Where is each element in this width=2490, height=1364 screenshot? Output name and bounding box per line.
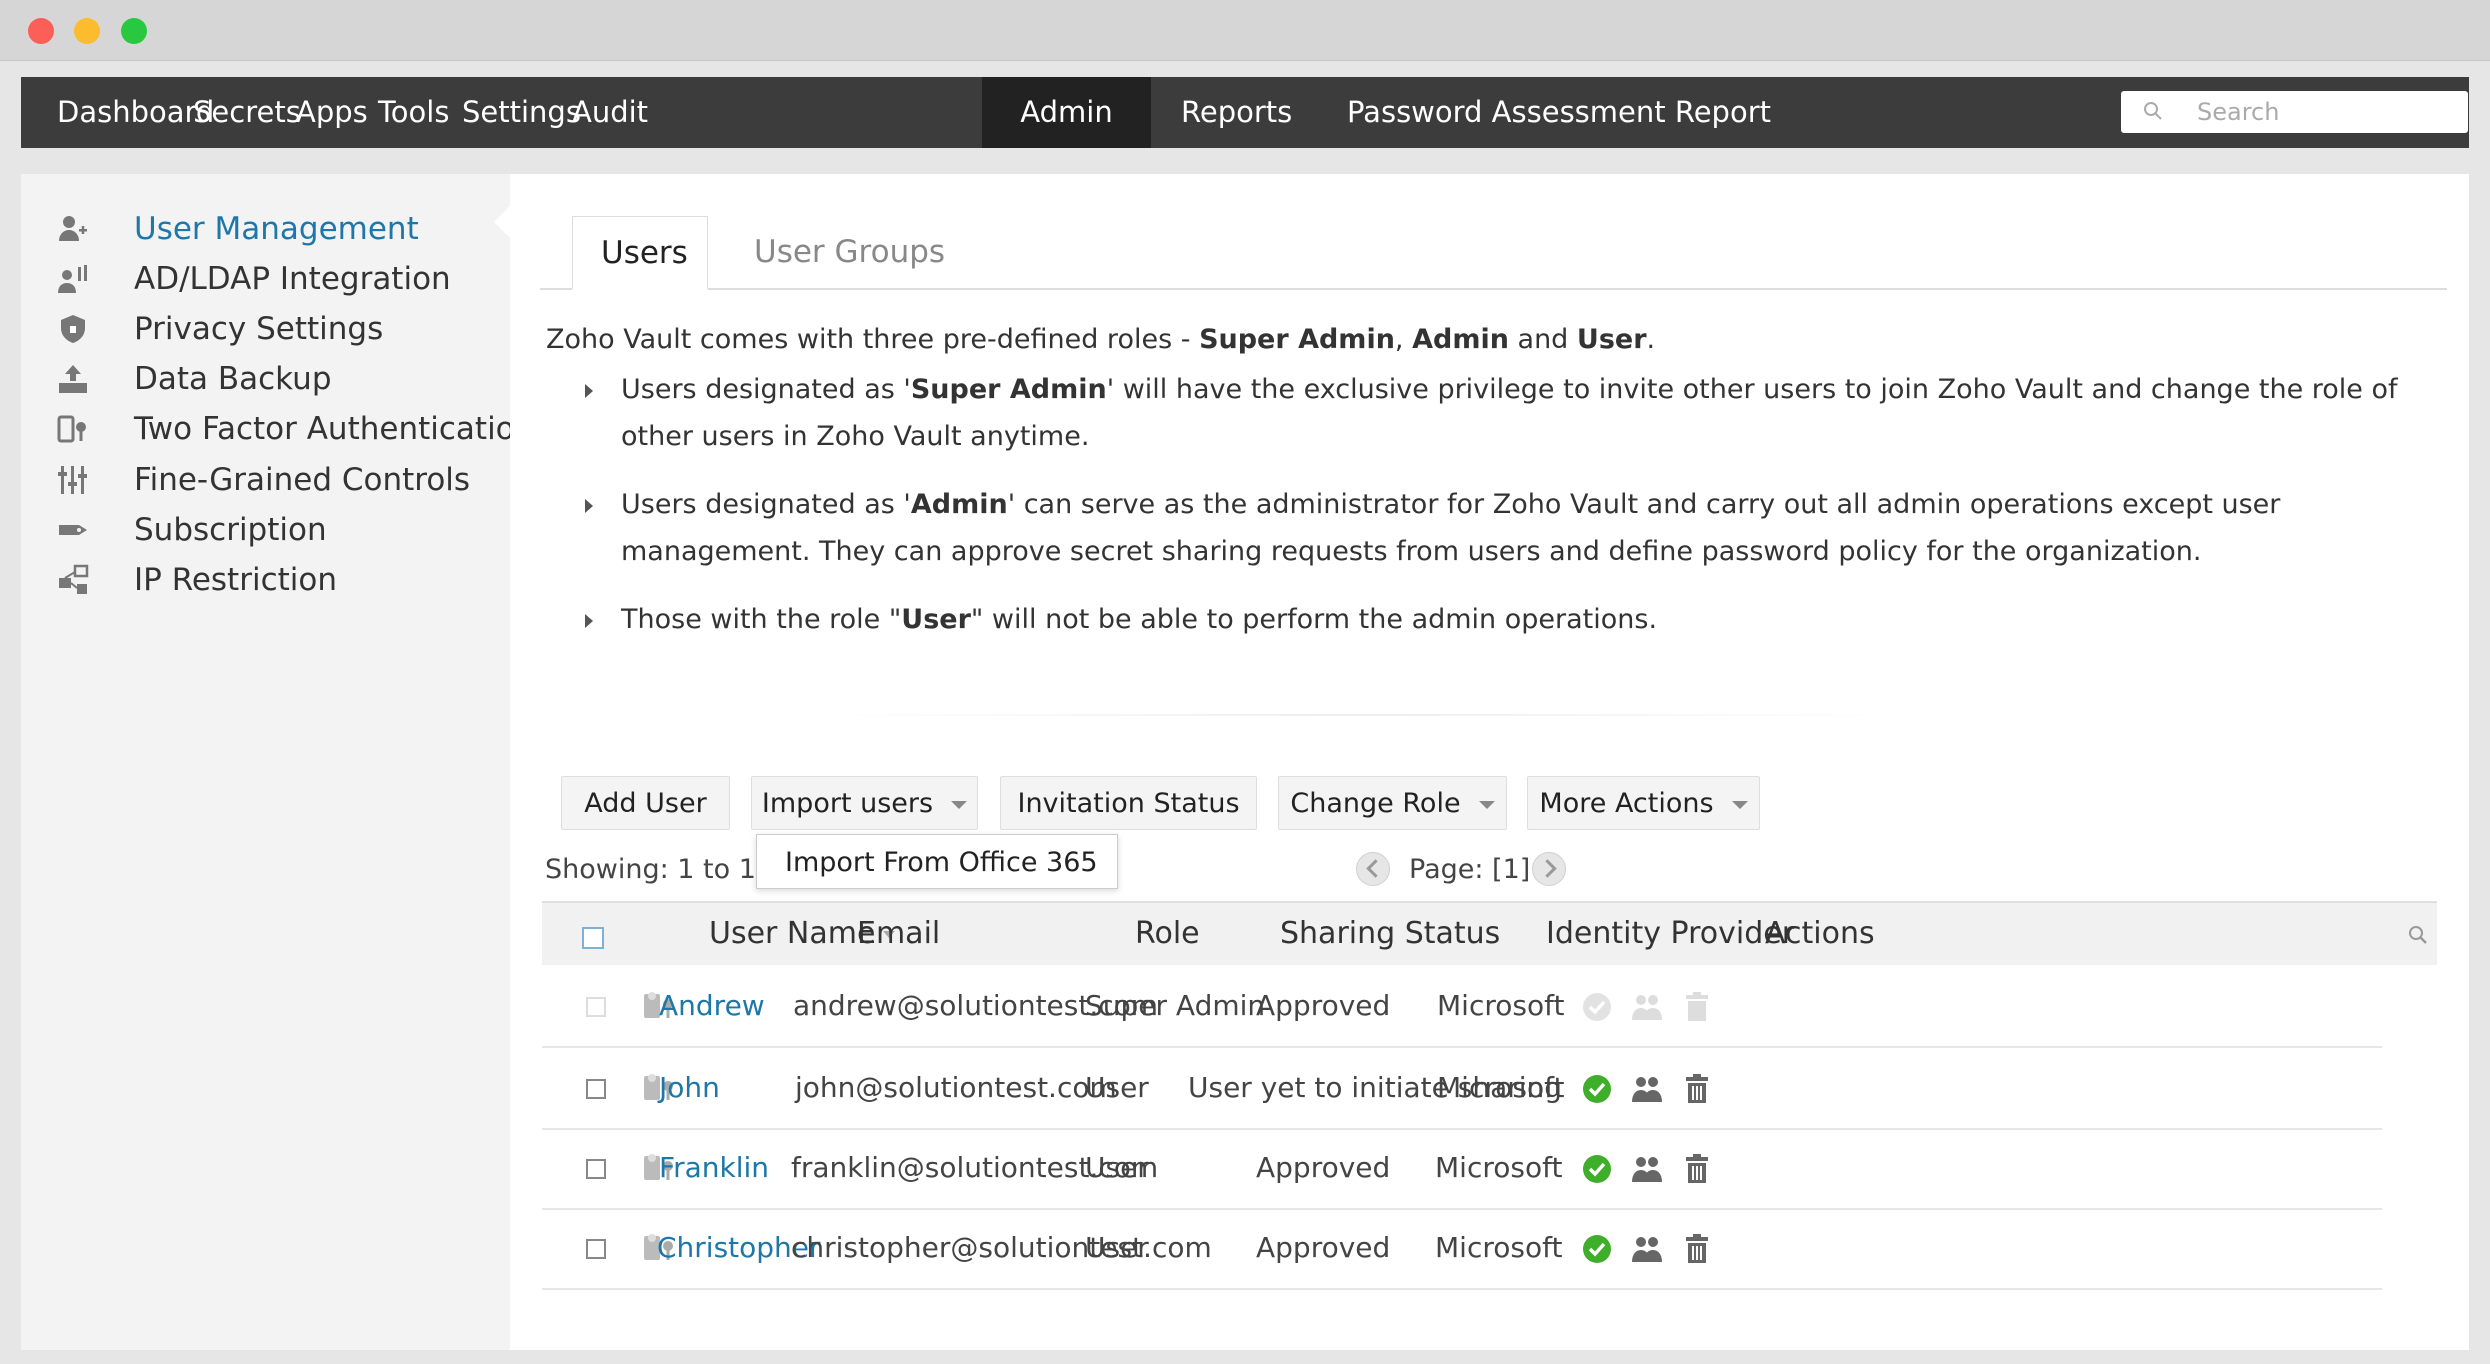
nav-admin[interactable]: Admin — [982, 77, 1151, 148]
chevron-down-icon — [1478, 800, 1495, 809]
tab-user-groups[interactable]: User Groups — [726, 216, 973, 288]
tab-bar: Users User Groups — [540, 216, 2447, 290]
sidebar-item-label: Data Backup — [134, 361, 332, 397]
table-row: John john@solutiontest.com User User yet… — [542, 1048, 2382, 1130]
row-checkbox[interactable] — [586, 1239, 606, 1259]
top-navbar: Dashboard Secrets Apps Tools Settings Au… — [21, 77, 2469, 148]
sidebar-item-label: AD/LDAP Integration — [134, 261, 451, 297]
tag-icon — [59, 525, 87, 535]
user-add-icon — [59, 216, 87, 241]
approve-check-icon[interactable] — [1580, 1152, 1614, 1186]
user-name-link[interactable]: John — [659, 1048, 720, 1128]
identity-provider: Microsoft — [1435, 1151, 1563, 1184]
approve-check-icon[interactable] — [1580, 1232, 1614, 1266]
approve-check-icon[interactable] — [1580, 1072, 1614, 1106]
table-row: Christopher christopher@solutiontest.com… — [542, 1208, 2382, 1290]
sharing-status: Approved — [1256, 1151, 1391, 1184]
table-row: Franklin franklin@solutiontest.com User … — [542, 1128, 2382, 1210]
sidebar-item-label: Privacy Settings — [134, 311, 384, 347]
chevron-down-icon — [951, 800, 968, 809]
bullet-arrow-icon — [585, 384, 593, 398]
search-placeholder: Search — [2197, 98, 2280, 126]
bullet-arrow-icon — [585, 614, 593, 628]
column-sharing-status: Sharing Status — [1280, 916, 1501, 951]
sharing-status: Approved — [1256, 1231, 1391, 1264]
user-role: User — [1085, 1071, 1149, 1104]
section-divider — [810, 714, 1910, 716]
change-role-button[interactable]: Change Role — [1278, 776, 1507, 830]
next-page-button[interactable] — [1532, 852, 1566, 886]
user-role: Super Admin — [1085, 989, 1266, 1022]
sidebar-item-label: IP Restriction — [134, 562, 337, 598]
sidebar-item-label: Subscription — [134, 512, 327, 548]
page-indicator: Page: [1] — [1409, 854, 1531, 885]
change-owner-icon[interactable] — [1630, 1072, 1664, 1106]
bullet-arrow-icon — [585, 499, 593, 513]
maximize-window-button[interactable] — [121, 18, 147, 44]
sidebar-item-label: User Management — [134, 211, 419, 247]
column-email: Email — [857, 916, 941, 951]
sidebar-item-label: Two Factor Authentication — [134, 411, 535, 447]
nav-password-assessment-report[interactable]: Password Assessment Report — [1317, 77, 1801, 148]
identity-provider: Microsoft — [1435, 1231, 1563, 1264]
table-row: Andrew andrew@solutiontest.com Super Adm… — [542, 966, 2382, 1048]
row-checkbox[interactable] — [586, 1159, 606, 1179]
users-table-header: User Name Email Role Sharing Status Iden… — [542, 901, 2437, 965]
change-owner-icon[interactable] — [1630, 1232, 1664, 1266]
user-role: User — [1085, 1151, 1149, 1184]
user-email: john@solutiontest.com — [795, 1071, 1117, 1104]
admin-sidebar: User Management AD/LDAP Integration Priv… — [21, 174, 534, 1350]
add-user-button[interactable]: Add User — [561, 776, 730, 830]
active-item-pointer — [494, 206, 510, 238]
change-owner-icon[interactable] — [1630, 1152, 1664, 1186]
user-role: User — [1085, 1231, 1149, 1264]
chevron-down-icon — [1731, 800, 1748, 809]
select-all-checkbox[interactable] — [582, 927, 604, 949]
main-panel: Users User Groups Zoho Vault comes with … — [510, 174, 2469, 1350]
directory-sync-icon — [58, 265, 87, 293]
invitation-status-button[interactable]: Invitation Status — [1000, 776, 1257, 830]
search-icon[interactable] — [2408, 925, 2428, 945]
shield-icon — [61, 315, 85, 343]
approve-check-icon — [1583, 993, 1611, 1021]
user-name-link[interactable]: Andrew — [659, 966, 765, 1046]
sidebar-item-label: Fine-Grained Controls — [134, 462, 471, 498]
user-name-link[interactable]: Franklin — [659, 1128, 769, 1208]
delete-trash-icon — [1686, 992, 1708, 1021]
minimize-window-button[interactable] — [74, 18, 100, 44]
previous-page-button[interactable] — [1356, 852, 1390, 886]
import-from-office365-option[interactable]: Import From Office 365 — [756, 834, 1118, 889]
chevron-right-icon — [1538, 859, 1557, 878]
search-input[interactable]: Search — [2121, 91, 2468, 133]
showing-count: Showing: 1 to 1 o — [545, 854, 782, 885]
search-icon — [2144, 102, 2162, 120]
delete-trash-icon[interactable] — [1680, 1152, 1714, 1186]
chevron-left-icon — [1366, 859, 1385, 878]
delete-trash-icon[interactable] — [1680, 1232, 1714, 1266]
nav-reports[interactable]: Reports — [1151, 77, 1322, 148]
backup-icon — [59, 365, 87, 393]
sliders-icon — [58, 466, 87, 494]
sharing-status: Approved — [1256, 989, 1391, 1022]
tab-users[interactable]: Users — [572, 216, 708, 290]
roles-intro: Zoho Vault comes with three pre-defined … — [546, 324, 1656, 355]
row-checkbox[interactable] — [586, 1079, 606, 1099]
import-users-button[interactable]: Import users — [751, 776, 978, 830]
row-checkbox — [586, 997, 606, 1017]
delete-trash-icon[interactable] — [1680, 1072, 1714, 1106]
column-role: Role — [1135, 916, 1200, 951]
identity-provider: Microsoft — [1437, 989, 1565, 1022]
column-actions: Actions — [1765, 916, 1875, 951]
network-icon — [59, 564, 89, 594]
more-actions-button[interactable]: More Actions — [1527, 776, 1760, 830]
change-owner-icon — [1632, 995, 1662, 1020]
column-identity-provider: Identity Provider — [1546, 916, 1795, 951]
nav-audit[interactable]: Audit — [542, 77, 678, 148]
identity-provider: Microsoft — [1437, 1071, 1565, 1104]
window-titlebar — [0, 0, 2490, 61]
close-window-button[interactable] — [28, 18, 54, 44]
two-factor-icon — [57, 415, 86, 443]
